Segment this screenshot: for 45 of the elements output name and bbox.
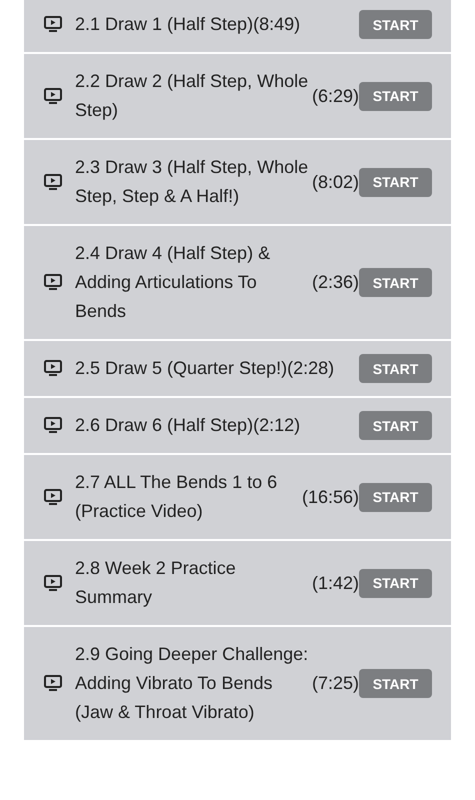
- lesson-title: 2.4 Draw 4 (Half Step) & Adding Articulations To Bends: [75, 242, 272, 323]
- start-button[interactable]: START: [359, 168, 432, 196]
- lesson-title: 2.3 Draw 3 (Half Step, Whole Step, Step & A Half!): [75, 156, 310, 208]
- lesson-row[interactable]: 2.3 Draw 3 (Half Step, Whole Step, Step & A Half!) (8:02) START: [24, 140, 451, 224]
- start-button[interactable]: START: [359, 354, 432, 383]
- lesson-title: 2.6 Draw 6 (Half Step): [75, 414, 254, 437]
- lesson-title: 2.7 ALL The Bends 1 to 6 (Practice Video): [75, 471, 278, 523]
- lesson-title: 2.2 Draw 2 (Half Step, Whole Step): [75, 70, 310, 122]
- lesson-duration: (8:02): [312, 170, 359, 194]
- video-icon: [44, 274, 62, 291]
- lesson-duration: (1:42): [312, 572, 359, 595]
- start-button[interactable]: START: [359, 82, 432, 110]
- lesson-title: 2.1 Draw 1 (Half Step): [75, 13, 254, 36]
- lesson-title: 2.5 Draw 5 (Quarter Step!): [75, 357, 288, 380]
- start-button[interactable]: START: [359, 411, 432, 440]
- video-icon: [44, 88, 62, 104]
- video-icon: [44, 675, 62, 692]
- lesson-duration: (6:29): [312, 84, 359, 108]
- start-button[interactable]: START: [359, 268, 432, 297]
- video-icon: [44, 488, 62, 506]
- lesson-row[interactable]: 2.8 Week 2 Practice Summary (1:42) START: [24, 541, 451, 625]
- video-icon: [44, 16, 62, 33]
- lesson-duration: (16:56): [302, 486, 359, 509]
- video-icon: [44, 574, 62, 592]
- lesson-duration: (7:25): [312, 672, 359, 695]
- start-button[interactable]: START: [359, 10, 432, 39]
- lesson-row[interactable]: 2.6 Draw 6 (Half Step)(2:12) START: [24, 398, 451, 453]
- lesson-row[interactable]: 2.7 ALL The Bends 1 to 6 (Practice Video) (16:56) START: [24, 455, 451, 539]
- lesson-row[interactable]: 2.1 Draw 1 (Half Step)(8:49) START: [24, 0, 451, 52]
- lesson-row[interactable]: 2.2 Draw 2 (Half Step, Whole Step) (6:29) START: [24, 54, 451, 138]
- start-button[interactable]: START: [359, 568, 432, 598]
- video-icon: [44, 174, 62, 190]
- start-button[interactable]: START: [359, 482, 432, 512]
- lesson-duration: (2:12): [253, 414, 300, 437]
- video-icon: [44, 360, 62, 377]
- video-icon: [44, 417, 62, 434]
- lesson-row[interactable]: 2.5 Draw 5 (Quarter Step!)(2:28) START: [24, 341, 451, 396]
- lesson-duration: (2:28): [287, 357, 334, 380]
- lesson-row[interactable]: 2.9 Going Deeper Challenge: Adding Vibrato To Bends (Jaw & Throat Vibrato) (7:25) START: [24, 627, 451, 740]
- lesson-duration: (8:49): [253, 13, 300, 36]
- lesson-duration: (2:36): [312, 271, 359, 294]
- lesson-title: 2.9 Going Deeper Challenge: Adding Vibrato To Bends (Jaw & Throat Vibrato): [75, 643, 310, 724]
- lesson-row[interactable]: 2.4 Draw 4 (Half Step) & Adding Articulations To Bends (2:36) START: [24, 226, 451, 339]
- start-button[interactable]: START: [359, 669, 432, 698]
- lesson-title: 2.8 Week 2 Practice Summary: [75, 557, 237, 609]
